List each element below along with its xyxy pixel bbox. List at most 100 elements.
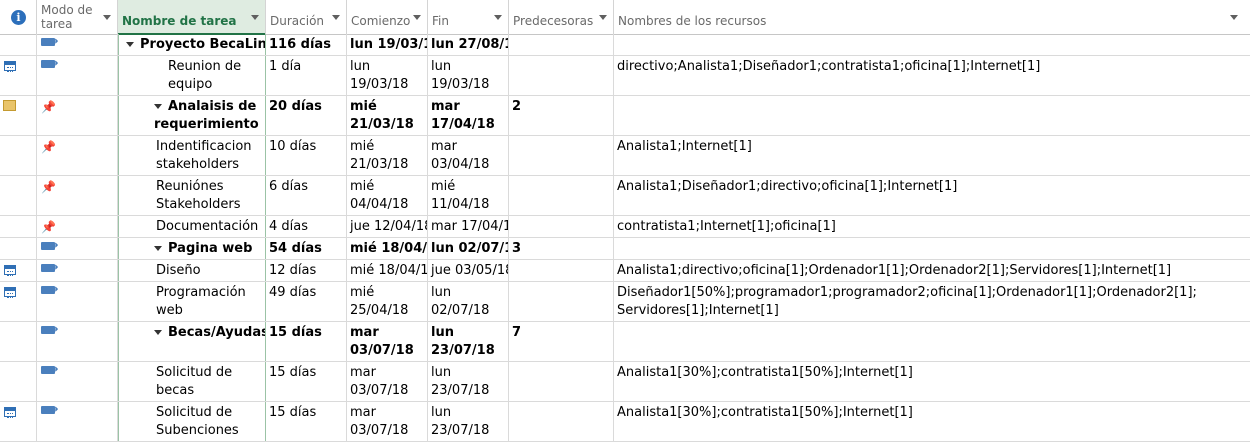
task-name-cell[interactable]: Programación web: [118, 282, 266, 321]
finish-cell[interactable]: mié 11/04/18: [428, 176, 509, 215]
chevron-down-icon[interactable]: [1230, 15, 1238, 20]
task-row[interactable]: Pagina web 54 días mié 18/04/18lun 02/07/1…: [0, 238, 1250, 260]
collapse-triangle-icon[interactable]: [154, 104, 162, 109]
indicator-cell[interactable]: [0, 136, 37, 175]
indicator-cell[interactable]: [0, 260, 37, 281]
task-row[interactable]: Programación web 49 días mié 25/04/18 lun 02/0…: [0, 282, 1250, 322]
task-name-cell[interactable]: Indentificacion stakeholders: [118, 136, 266, 175]
task-name-cell[interactable]: Solicitud de Subenciones: [118, 402, 266, 441]
predecessors-cell[interactable]: [509, 136, 614, 175]
start-cell[interactable]: mié 04/04/18: [347, 176, 428, 215]
predecessors-cell[interactable]: [509, 176, 614, 215]
start-cell[interactable]: mar 03/07/18: [347, 402, 428, 441]
task-row[interactable]: Proyecto BecaLink116 días lun 19/03/18 lun…: [0, 34, 1250, 56]
task-mode-column-header[interactable]: Modo de tarea: [37, 0, 118, 34]
finish-cell[interactable]: mar 17/04/18: [428, 96, 509, 135]
task-mode-cell[interactable]: [37, 402, 118, 441]
collapse-triangle-icon[interactable]: [154, 330, 162, 335]
task-name-cell[interactable]: Solicitud de becas: [118, 362, 266, 401]
resources-cell[interactable]: Analista1;directivo;oficina[1];Ordenador…: [614, 260, 1250, 281]
indicator-cell[interactable]: [0, 402, 37, 441]
task-mode-cell[interactable]: [37, 238, 118, 259]
resources-cell[interactable]: [614, 322, 1250, 361]
task-row[interactable]: Becas/Ayudas15 días mar 03/07/18 lun 23/07/1…: [0, 322, 1250, 362]
task-row[interactable]: 📌 Documentación 4 días jue 12/04/18 mar 17/0…: [0, 216, 1250, 238]
task-row[interactable]: Solicitud de becas 15 días mar 03/07/18 lun 23…: [0, 362, 1250, 402]
indicator-cell[interactable]: [0, 96, 37, 135]
start-cell[interactable]: mié 18/04/18: [347, 260, 428, 281]
task-row[interactable]: 📌 Reuniónes Stakeholders 6 días mié 04/04/18 m…: [0, 176, 1250, 216]
finish-cell[interactable]: lun 27/08/18: [428, 34, 509, 55]
indicator-cell[interactable]: [0, 34, 37, 55]
indicator-cell[interactable]: [0, 362, 37, 401]
indicator-cell[interactable]: [0, 176, 37, 215]
task-mode-cell[interactable]: [37, 56, 118, 95]
task-row[interactable]: Reunion de equipo 1 día lun 19/03/18 lun 19/03…: [0, 56, 1250, 96]
start-cell[interactable]: lun 19/03/18: [347, 56, 428, 95]
finish-cell[interactable]: mar 03/04/18: [428, 136, 509, 175]
chevron-down-icon[interactable]: [494, 15, 502, 20]
start-cell[interactable]: mié 21/03/18: [347, 136, 428, 175]
start-cell[interactable]: mié 18/04/18: [347, 238, 428, 259]
duration-cell[interactable]: 49 días: [266, 282, 347, 321]
predecessors-cell[interactable]: [509, 402, 614, 441]
resources-cell[interactable]: Analista1[30%];contratista1[50%];Interne…: [614, 402, 1250, 441]
finish-cell[interactable]: lun 02/07/18: [428, 238, 509, 259]
finish-cell[interactable]: jue 03/05/18: [428, 260, 509, 281]
indicator-cell[interactable]: [0, 282, 37, 321]
duration-cell[interactable]: 4 días: [266, 216, 347, 237]
finish-cell[interactable]: lun 19/03/18: [428, 56, 509, 95]
predecessors-cell[interactable]: [509, 362, 614, 401]
resources-cell[interactable]: directivo;Analista1;Diseñador1;contratis…: [614, 56, 1250, 95]
start-cell[interactable]: mié 25/04/18: [347, 282, 428, 321]
chevron-down-icon[interactable]: [103, 15, 111, 20]
start-cell[interactable]: lun 19/03/18: [347, 34, 428, 55]
collapse-triangle-icon[interactable]: [126, 42, 134, 47]
duration-column-header[interactable]: Duración: [266, 0, 347, 34]
duration-cell[interactable]: 15 días: [266, 362, 347, 401]
task-name-cell[interactable]: Reuniónes Stakeholders: [118, 176, 266, 215]
task-name-cell[interactable]: Documentación: [118, 216, 266, 237]
start-cell[interactable]: mié 21/03/18: [347, 96, 428, 135]
task-row[interactable]: Solicitud de Subenciones 15 días mar 03/07/1…: [0, 402, 1250, 442]
chevron-down-icon[interactable]: [599, 15, 607, 20]
finish-cell[interactable]: lun 23/07/18: [428, 362, 509, 401]
duration-cell[interactable]: 15 días: [266, 322, 347, 361]
task-name-cell[interactable]: Proyecto BecaLink: [118, 34, 266, 55]
task-mode-cell[interactable]: [37, 260, 118, 281]
duration-cell[interactable]: 6 días: [266, 176, 347, 215]
start-cell[interactable]: mar 03/07/18: [347, 362, 428, 401]
duration-cell[interactable]: 116 días: [266, 34, 347, 55]
resources-cell[interactable]: Analista1;Diseñador1;directivo;oficina[1…: [614, 176, 1250, 215]
collapse-triangle-icon[interactable]: [154, 246, 162, 251]
duration-cell[interactable]: 20 días: [266, 96, 347, 135]
predecessors-cell[interactable]: [509, 282, 614, 321]
task-mode-cell[interactable]: 📌: [37, 176, 118, 215]
duration-cell[interactable]: 15 días: [266, 402, 347, 441]
chevron-down-icon[interactable]: [413, 15, 421, 20]
task-row[interactable]: 📌 Indentificacion stakeholders 10 días mié 21…: [0, 136, 1250, 176]
finish-cell[interactable]: lun 02/07/18: [428, 282, 509, 321]
indicators-column-header[interactable]: i: [0, 0, 37, 34]
task-mode-cell[interactable]: 📌: [37, 216, 118, 237]
finish-cell[interactable]: mar 17/04/18: [428, 216, 509, 237]
task-mode-cell[interactable]: [37, 282, 118, 321]
task-name-cell[interactable]: Becas/Ayudas: [118, 322, 266, 361]
predecessors-cell[interactable]: 2: [509, 96, 614, 135]
task-mode-cell[interactable]: [37, 322, 118, 361]
resources-cell[interactable]: Analista1;Internet[1]: [614, 136, 1250, 175]
task-mode-cell[interactable]: 📌: [37, 136, 118, 175]
finish-cell[interactable]: lun 23/07/18: [428, 322, 509, 361]
predecessors-column-header[interactable]: Predecesoras: [509, 0, 614, 34]
duration-cell[interactable]: 10 días: [266, 136, 347, 175]
predecessors-cell[interactable]: [509, 260, 614, 281]
predecessors-cell[interactable]: [509, 216, 614, 237]
resources-cell[interactable]: [614, 34, 1250, 55]
duration-cell[interactable]: 1 día: [266, 56, 347, 95]
predecessors-cell[interactable]: 3: [509, 238, 614, 259]
resources-cell[interactable]: [614, 238, 1250, 259]
finish-column-header[interactable]: Fin: [428, 0, 509, 34]
task-name-cell[interactable]: Diseño: [118, 260, 266, 281]
start-column-header[interactable]: Comienzo: [347, 0, 428, 34]
resources-cell[interactable]: contratista1;Internet[1];oficina[1]: [614, 216, 1250, 237]
